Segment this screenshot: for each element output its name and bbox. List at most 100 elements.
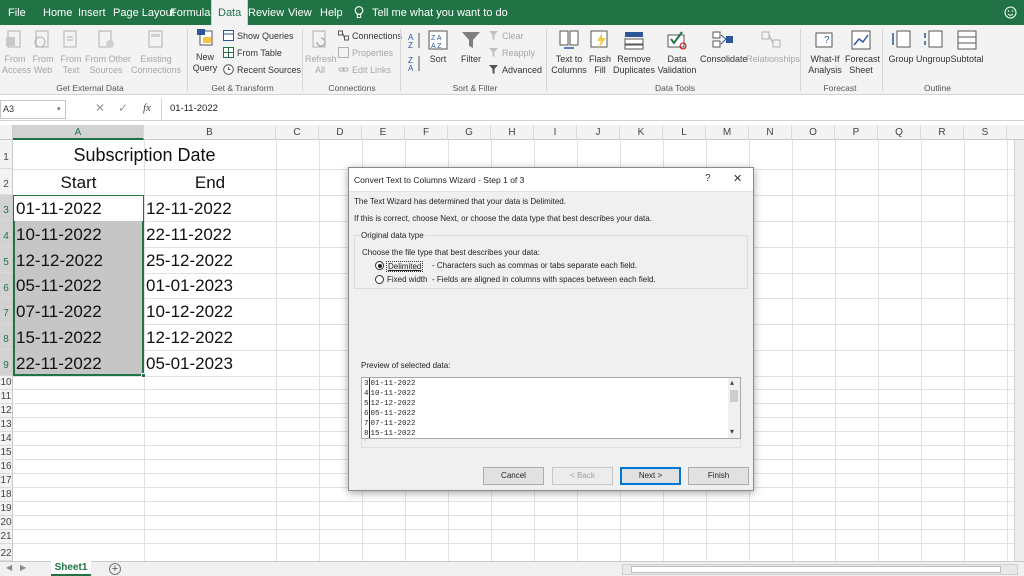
row-header[interactable]: 5 (0, 247, 13, 273)
tab-file[interactable]: File (8, 0, 26, 25)
add-sheet-button[interactable]: + (109, 563, 121, 575)
edit-links-button[interactable]: Edit Links (338, 64, 391, 76)
column-header-f[interactable]: F (405, 125, 448, 140)
row-header[interactable]: 11 (0, 390, 13, 404)
new-query-button[interactable]: New Query (190, 27, 220, 74)
scroll-left-icon[interactable]: ◀ (6, 563, 12, 572)
connections-button[interactable]: Connections (338, 30, 402, 42)
column-header-q[interactable]: Q (878, 125, 921, 140)
remove-duplicates-button[interactable]: Remove Duplicates (613, 29, 655, 76)
start-date-cell[interactable]: 22-11-2022 (16, 354, 102, 374)
existing-connections-button[interactable]: Existing Connections (130, 29, 182, 76)
tell-me-search[interactable]: Tell me what you want to do (372, 0, 508, 25)
fixed-width-radio[interactable] (375, 275, 384, 284)
tab-page-layout[interactable]: Page Layout (113, 0, 175, 25)
from-other-sources-button[interactable]: From Other Sources (85, 29, 131, 76)
ungroup-button[interactable]: Ungroup (916, 29, 951, 65)
refresh-all-button[interactable]: Refresh All (305, 29, 337, 76)
column-header-c[interactable]: C (276, 125, 319, 140)
advanced-button[interactable]: Advanced (488, 64, 542, 76)
row-header[interactable]: 8 (0, 324, 13, 350)
column-header-n[interactable]: N (749, 125, 792, 140)
scrollbar-thumb[interactable] (730, 390, 738, 402)
column-header-h[interactable]: H (491, 125, 534, 140)
scroll-right-icon[interactable]: ▶ (20, 563, 26, 572)
chevron-down-icon[interactable]: ▾ (57, 105, 61, 113)
flash-fill-button[interactable]: Flash Fill (587, 29, 613, 76)
cancel-button[interactable]: Cancel (483, 467, 544, 485)
properties-button[interactable]: Properties (338, 47, 393, 59)
cancel-x-icon[interactable]: ✕ (95, 101, 105, 115)
finish-button[interactable]: Finish (688, 467, 749, 485)
delimited-radio[interactable] (375, 261, 384, 270)
column-header-l[interactable]: L (663, 125, 706, 140)
smiley-icon[interactable] (1004, 6, 1017, 22)
from-access-button[interactable]: From Access (2, 29, 31, 76)
column-header-g[interactable]: G (448, 125, 491, 140)
tab-review[interactable]: Review (248, 0, 284, 25)
tab-home[interactable]: Home (43, 0, 72, 25)
start-date-cell[interactable]: 12-12-2022 (16, 251, 103, 271)
row-header[interactable]: 1 (0, 140, 13, 169)
column-header-p[interactable]: P (835, 125, 878, 140)
row-header[interactable]: 10 (0, 376, 13, 390)
column-header-e[interactable]: E (362, 125, 405, 140)
end-date-cell[interactable]: 10-12-2022 (146, 302, 233, 322)
relationships-button[interactable]: Relationships (746, 29, 800, 65)
row-header[interactable]: 3 (0, 195, 13, 221)
column-header-b[interactable]: B (144, 125, 276, 140)
back-button[interactable]: < Back (552, 467, 613, 485)
select-all-corner[interactable] (0, 125, 13, 140)
row-header[interactable]: 15 (0, 446, 13, 460)
header-end-cell[interactable]: End (144, 173, 276, 193)
recent-sources-button[interactable]: Recent Sources (223, 64, 301, 76)
formula-input[interactable]: 01-11-2022 (161, 98, 1024, 120)
row-header[interactable]: 16 (0, 460, 13, 474)
fixed-width-label[interactable]: Fixed width (387, 275, 427, 284)
row-header[interactable]: 21 (0, 530, 13, 544)
row-header[interactable]: 13 (0, 418, 13, 432)
end-date-cell[interactable]: 01-01-2023 (146, 276, 233, 296)
tab-insert[interactable]: Insert (78, 0, 106, 25)
header-start-cell[interactable]: Start (13, 173, 144, 193)
end-date-cell[interactable]: 12-11-2022 (146, 199, 232, 219)
title-cell[interactable]: Subscription Date (13, 145, 276, 166)
column-header-s[interactable]: S (964, 125, 1007, 140)
row-header[interactable]: 22 (0, 544, 13, 561)
start-date-cell[interactable]: 15-11-2022 (16, 328, 102, 348)
row-header[interactable]: 18 (0, 488, 13, 502)
consolidate-button[interactable]: Consolidate (700, 29, 748, 65)
tab-help[interactable]: Help (320, 0, 343, 25)
start-date-cell[interactable]: 07-11-2022 (16, 302, 102, 322)
enter-check-icon[interactable]: ✓ (118, 101, 128, 115)
row-header[interactable]: 4 (0, 221, 13, 247)
start-date-cell[interactable]: 05-11-2022 (16, 276, 102, 296)
filter-button[interactable]: Filter (458, 29, 484, 65)
scrollbar-thumb[interactable] (631, 566, 1001, 573)
scroll-down-icon[interactable]: ▾ (730, 427, 734, 436)
data-validation-button[interactable]: Data Validation (655, 29, 699, 76)
sort-az-button[interactable]: AZZA (406, 31, 426, 74)
end-date-cell[interactable]: 12-12-2022 (146, 328, 233, 348)
row-header[interactable]: 14 (0, 432, 13, 446)
row-header[interactable]: 6 (0, 273, 13, 298)
subtotal-button[interactable]: Subtotal (950, 29, 984, 65)
show-queries-button[interactable]: Show Queries (223, 30, 294, 42)
start-date-cell[interactable]: 10-11-2022 (16, 225, 102, 245)
end-date-cell[interactable]: 22-11-2022 (146, 225, 232, 245)
tab-data[interactable]: Data (211, 0, 249, 25)
end-date-cell[interactable]: 25-12-2022 (146, 251, 233, 271)
column-header-k[interactable]: K (620, 125, 663, 140)
fx-icon[interactable]: fx (143, 102, 151, 114)
column-header-r[interactable]: R (921, 125, 964, 140)
what-if-analysis-button[interactable]: ? What-If Analysis (804, 29, 846, 76)
from-text-button[interactable]: From Text (58, 29, 84, 76)
scroll-up-icon[interactable]: ▴ (730, 378, 734, 387)
preview-vertical-scrollbar[interactable]: ▴ ▾ (728, 378, 740, 438)
column-header-m[interactable]: M (706, 125, 749, 140)
end-date-cell[interactable]: 05-01-2023 (146, 354, 233, 374)
column-header-j[interactable]: J (577, 125, 620, 140)
group-button[interactable]: Group (885, 29, 917, 65)
forecast-sheet-button[interactable]: Forecast Sheet (845, 29, 880, 76)
column-header-a[interactable]: A (13, 125, 144, 140)
